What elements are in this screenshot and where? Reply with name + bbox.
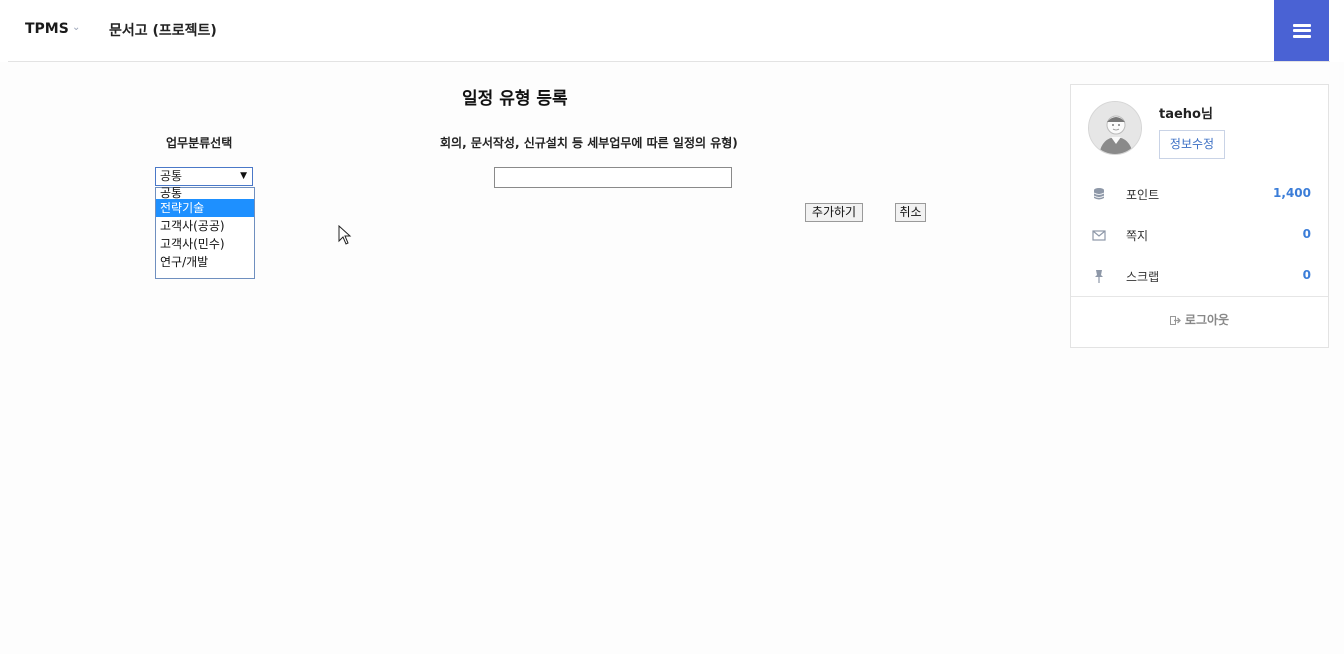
category-dropdown-list[interactable]: 공통 전략기술 고객사(공공) 고객사(민수) 연구/개발 bbox=[155, 187, 255, 279]
scrap-label: 스크랩 bbox=[1126, 270, 1160, 284]
option-strategic-tech[interactable]: 전략기술 bbox=[156, 199, 254, 217]
pin-icon bbox=[1095, 270, 1103, 283]
username: taeho님 bbox=[1159, 107, 1213, 122]
scrap-row[interactable]: 스크랩 0 bbox=[1071, 261, 1328, 291]
avatar[interactable] bbox=[1088, 101, 1142, 155]
messages-value: 0 bbox=[1302, 227, 1311, 241]
messages-row[interactable]: 쪽지 0 bbox=[1071, 220, 1328, 250]
logout-label: 로그아웃 bbox=[1184, 313, 1230, 327]
points-row[interactable]: 포인트 1,400 bbox=[1071, 179, 1328, 209]
category-select[interactable]: 공통 ▼ bbox=[155, 167, 253, 186]
logout-button[interactable]: 로그아웃 bbox=[1071, 311, 1328, 333]
option-common[interactable]: 공통 bbox=[156, 187, 254, 199]
mouse-cursor-icon bbox=[338, 225, 352, 245]
dropdown-arrow-icon: ▼ bbox=[240, 171, 247, 181]
brand-link[interactable]: TPMS bbox=[25, 21, 69, 37]
database-icon bbox=[1093, 188, 1105, 200]
schedule-type-input[interactable] bbox=[494, 167, 732, 188]
add-button[interactable]: 추가하기 bbox=[805, 203, 863, 222]
option-client-public[interactable]: 고객사(공공) bbox=[156, 217, 254, 235]
category-label: 업무분류선택 bbox=[166, 136, 233, 150]
scrap-value: 0 bbox=[1302, 268, 1311, 282]
points-value: 1,400 bbox=[1273, 186, 1311, 200]
menu-toggle-button[interactable] bbox=[1274, 0, 1329, 61]
option-client-private[interactable]: 고객사(민수) bbox=[156, 235, 254, 253]
panel-divider bbox=[1071, 296, 1328, 297]
edit-profile-button[interactable]: 정보수정 bbox=[1159, 130, 1225, 159]
page-title: 일정 유형 등록 bbox=[462, 89, 568, 109]
profile-panel: taeho님 정보수정 포인트 1,400 쪽지 0 스크랩 0 로그아웃 bbox=[1070, 84, 1329, 348]
top-navbar: TPMS ⌄ 문서고 (프로젝트) bbox=[0, 0, 1344, 62]
hamburger-icon bbox=[1292, 23, 1311, 38]
sign-out-icon bbox=[1169, 316, 1181, 325]
header-divider bbox=[8, 61, 1330, 62]
category-select-value: 공통 bbox=[160, 169, 183, 183]
cancel-button[interactable]: 취소 bbox=[895, 203, 926, 222]
schedule-type-label: 회의, 문서작성, 신규설치 등 세부업무에 따른 일정의 유형) bbox=[440, 136, 738, 150]
user-avatar-icon bbox=[1089, 102, 1141, 154]
points-label: 포인트 bbox=[1126, 188, 1160, 202]
messages-label: 쪽지 bbox=[1126, 229, 1149, 243]
envelope-icon bbox=[1092, 230, 1106, 241]
option-research-dev[interactable]: 연구/개발 bbox=[156, 253, 254, 271]
chevron-down-icon[interactable]: ⌄ bbox=[72, 22, 80, 33]
breadcrumb[interactable]: 문서고 (프로젝트) bbox=[109, 20, 217, 40]
